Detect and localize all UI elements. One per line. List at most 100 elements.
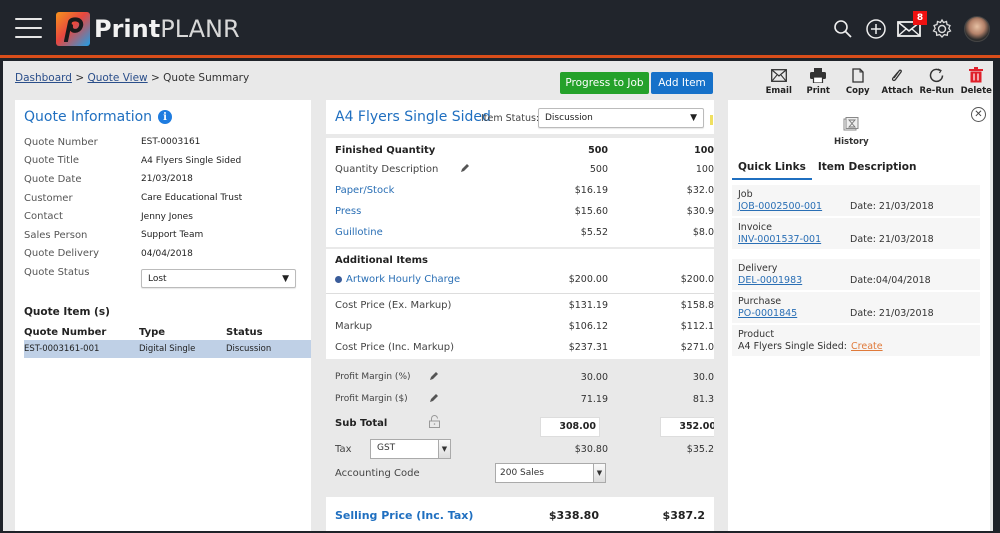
attach-button[interactable]: Attach [878,67,918,96]
history-icon [843,117,859,135]
field-quote-delivery: Quote Delivery 04/04/2018 [24,248,193,260]
add-item-button[interactable]: Add Item [651,72,713,94]
field-quote-number: Quote Number EST-0003161 [24,136,201,148]
invoice-link[interactable]: INV-0001537-001 [738,234,850,245]
item-title: A4 Flyers Single Sided [335,109,491,125]
paperclip-icon [891,67,903,83]
margin-tax-section: Profit Margin (%) 30.00 30.0 Profit Margi… [326,359,714,495]
delivery-link[interactable]: DEL-0001983 [738,275,850,286]
sub-total-input-2[interactable]: 352.00 [660,417,714,437]
quote-items-heading: Quote Item (s) [24,306,110,318]
list-item: Purchase PO-0001845 Date: 21/03/2018 [732,292,980,323]
cost-summary-section: Cost Price (Ex. Markup) $131.19 $158.8 Mar… [326,293,714,359]
job-link[interactable]: JOB-0002500-001 [738,201,850,212]
field-customer: Customer Care Educational Trust [24,192,243,204]
app-logo[interactable]: PrintPLANR [56,12,240,46]
edit-pencil-icon[interactable] [429,371,439,384]
profit-margin-amt-row: Profit Margin ($) 71.19 81.3 [335,393,714,406]
list-item: Job JOB-0002500-001 Date: 21/03/2018 [732,185,980,216]
profit-margin-pct-row: Profit Margin (%) 30.00 30.0 [335,371,714,384]
field-quote-title: Quote Title A4 Flyers Single Sided [24,155,242,167]
accounting-code-row: Accounting Code 200 Sales ▼ [335,463,714,483]
email-button[interactable]: Email [759,67,799,96]
quote-information-panel: Quote Information i Quote Number EST-0003… [15,100,311,531]
add-circle-icon[interactable] [860,13,892,45]
cost-row-press: Press $15.60 $30.9 [335,205,714,217]
item-status-select[interactable]: Discussion ▼ [538,108,704,128]
field-contact: Contact Jenny Jones [24,211,193,223]
sub-total-row: Sub Total [335,415,714,431]
printer-icon [810,67,827,83]
delete-button[interactable]: Delete [957,67,997,96]
additional-items-heading: Additional Items [335,254,428,266]
user-avatar[interactable] [964,16,990,42]
quick-links-panel: ✕ History Quick Links Item Description J… [728,100,990,531]
dropdown-caret-icon: ▼ [690,113,697,123]
summary-row: Cost Price (Ex. Markup) $131.19 $158.8 [335,299,714,311]
purchase-link[interactable]: PO-0001845 [738,308,850,319]
action-toolbar: Email Print Copy Attach Re-Run Delete [759,67,996,96]
list-item: Product A4 Flyers Single Sided: Create [732,325,980,356]
item-pricing-panel: A4 Flyers Single Sided Item Status: Disc… [326,100,714,531]
quote-information-heading: Quote Information i [24,109,173,125]
edit-pencil-icon[interactable] [460,163,470,176]
unlock-icon[interactable] [429,415,440,431]
history-button[interactable]: History [834,117,869,147]
close-icon[interactable]: ✕ [971,107,986,122]
item-status-label: Item Status: [481,113,540,124]
selling-price-row: Selling Price (Inc. Tax) $338.80 $387.2 [326,497,714,531]
tab-item-description[interactable]: Item Description [812,158,923,180]
cost-row-guillotine: Guillotine $5.52 $8.0 [335,226,714,238]
quote-items-table: Quote Number Type Status EST-0003161-001… [24,324,311,358]
quantity-costs-section: Finished Quantity 500 100 Quantity Descrip… [326,138,714,247]
list-item: Delivery DEL-0001983 Date:04/04/2018 [732,259,980,290]
quick-links-list: Job JOB-0002500-001 Date: 21/03/2018 Invo… [732,185,980,358]
envelope-icon [770,67,787,83]
finished-quantity-row: Finished Quantity 500 100 [335,144,714,156]
dropdown-caret-icon: ▼ [282,273,289,284]
create-product-link[interactable]: Create [851,341,883,352]
info-icon[interactable]: i [158,110,173,124]
breadcrumb-current: Quote Summary [163,72,250,84]
copy-icon [852,67,864,83]
dropdown-caret-icon: ▼ [593,464,605,482]
summary-row: Markup $106.12 $112.1 [335,320,714,332]
cost-row-paper: Paper/Stock $16.19 $32.0 [335,184,714,196]
flag-marker [710,115,713,125]
tab-quick-links[interactable]: Quick Links [732,158,812,180]
selling-price-1: $338.80 [548,509,599,522]
field-quote-status: Quote Status Lost ▼ [24,263,304,289]
rerun-button[interactable]: Re-Run [917,67,957,96]
mail-icon[interactable]: 8 [893,11,927,45]
print-button[interactable]: Print [799,67,839,96]
additional-items-section: Additional Items Artwork Hourly Charge $… [326,249,714,293]
field-quote-date: Quote Date 21/03/2018 [24,173,193,185]
search-icon[interactable] [827,13,859,45]
logo-text: PrintPLANR [94,15,240,43]
table-row[interactable]: EST-0003161-001 Digital Single Discussio… [24,340,311,358]
additional-item-row: Artwork Hourly Charge $200.00 $200.0 [335,271,714,287]
quantity-description-row: Quantity Description 500 100 [335,163,714,176]
breadcrumb-quote-view-link[interactable]: Quote View [87,72,147,84]
accounting-code-select[interactable]: 200 Sales ▼ [495,463,606,483]
breadcrumb: Dashboard > Quote View > Quote Summary [15,72,250,84]
logo-mark-icon [56,12,90,46]
field-sales-person: Sales Person Support Team [24,229,204,241]
edit-pencil-icon[interactable] [429,393,439,406]
tax-select[interactable]: GST ▼ [370,439,451,459]
selling-price-2: $387.2 [662,509,705,522]
bullet-icon [335,275,342,283]
trash-icon [969,67,984,83]
hamburger-menu-icon[interactable] [15,18,42,38]
copy-button[interactable]: Copy [838,67,878,96]
progress-to-job-button[interactable]: Progress to Job [560,72,649,94]
quote-status-select[interactable]: Lost ▼ [141,269,296,289]
refresh-icon [929,67,944,83]
top-nav-bar: PrintPLANR 8 [0,0,1000,58]
settings-gear-icon[interactable] [926,13,958,45]
breadcrumb-dashboard-link[interactable]: Dashboard [15,72,72,84]
main-content: Dashboard > Quote View > Quote Summary P… [3,61,993,531]
sub-total-input-1[interactable]: 308.00 [540,417,600,437]
tax-row: Tax $30.80 $35.2 GST ▼ [335,439,714,459]
list-item: Invoice INV-0001537-001 Date: 21/03/2018 [732,218,980,249]
